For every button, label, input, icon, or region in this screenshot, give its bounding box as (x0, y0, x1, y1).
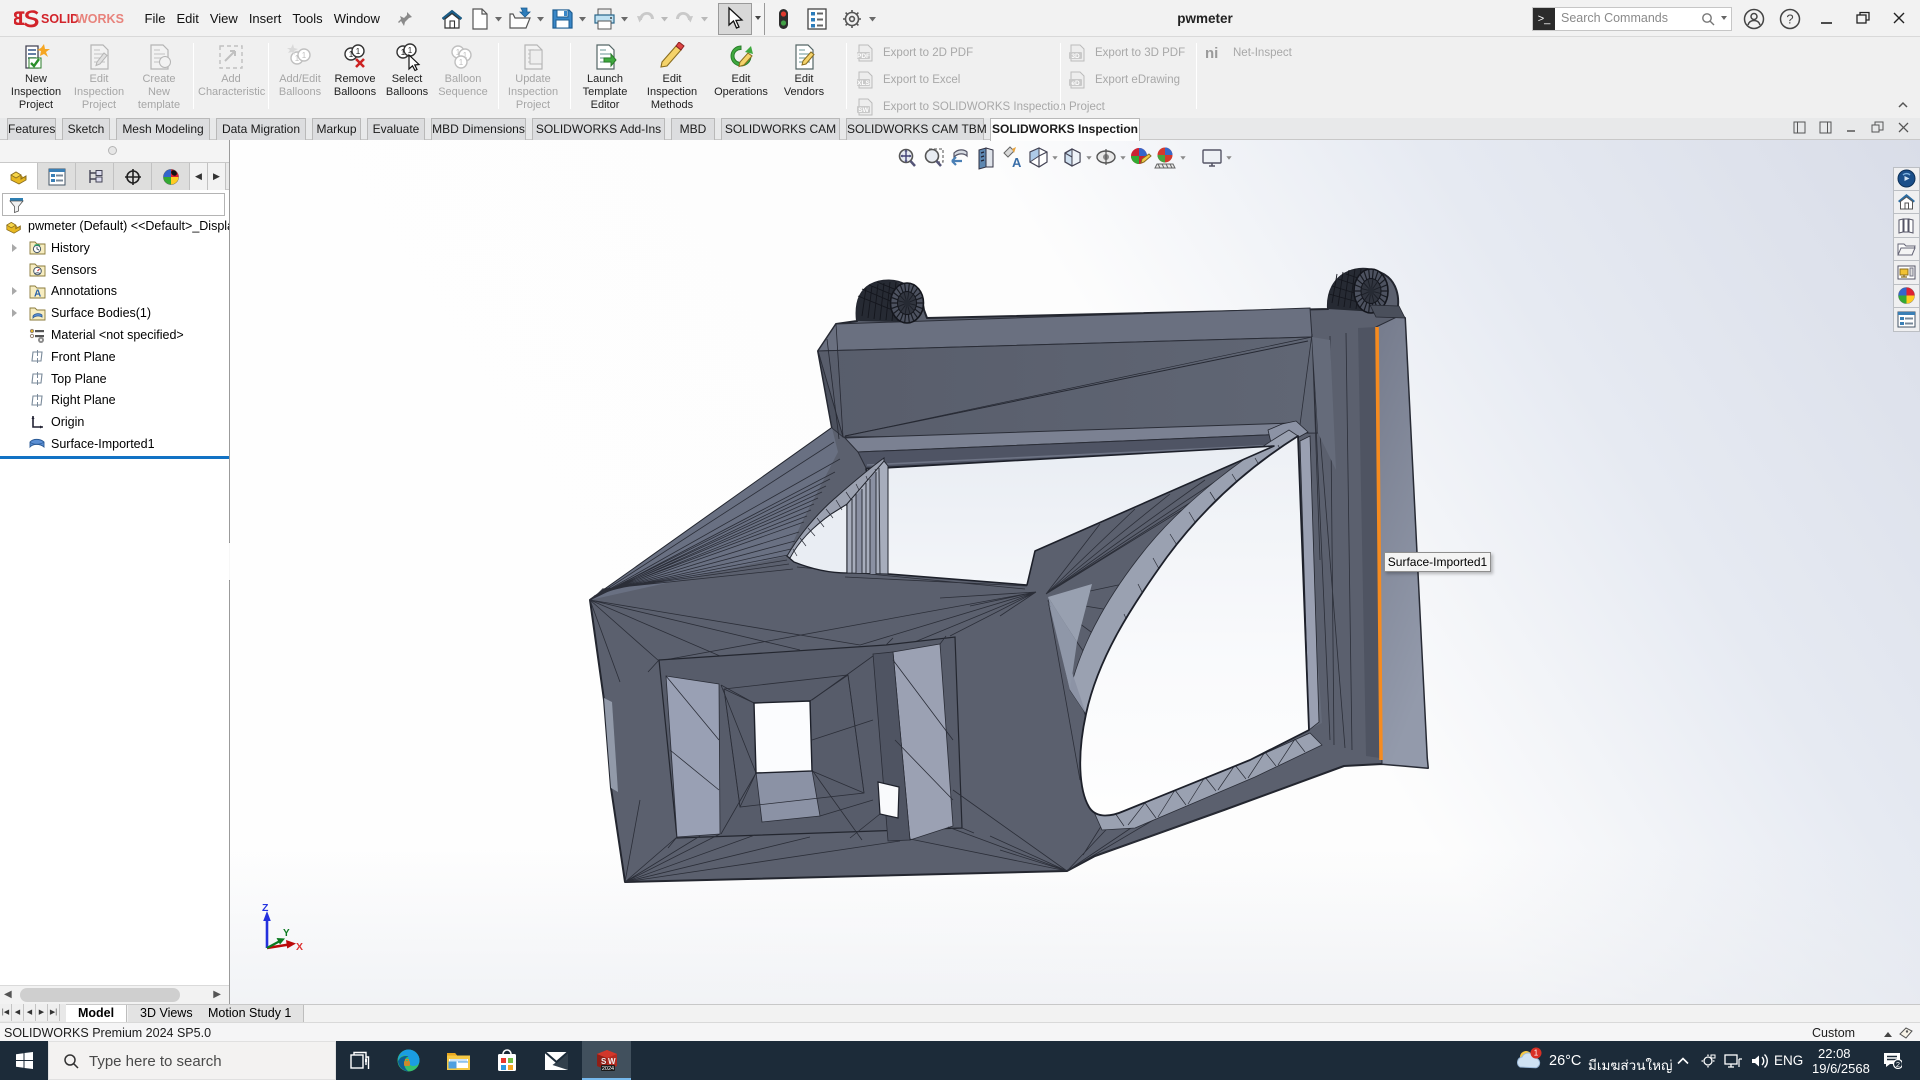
svg-text:eD: eD (1071, 80, 1080, 87)
svg-text:1: 1 (356, 47, 361, 56)
svg-text:1: 1 (459, 58, 464, 67)
svg-text:1: 1 (408, 46, 413, 55)
svg-text:2024: 2024 (601, 1066, 613, 1072)
svg-text:A: A (34, 288, 41, 299)
svg-text:2: 2 (1896, 1060, 1900, 1069)
svg-text:1: 1 (302, 51, 307, 60)
svg-text:?: ? (1786, 12, 1793, 27)
svg-text:1: 1 (1534, 1049, 1539, 1058)
svg-text:XLS: XLS (857, 80, 870, 87)
svg-text:PDF: PDF (857, 53, 870, 60)
svg-text:Y: Y (283, 928, 290, 939)
svg-text:3D: 3D (1071, 53, 1080, 60)
svg-text:WORKS: WORKS (76, 12, 124, 26)
svg-text:SOLID: SOLID (41, 12, 79, 26)
svg-text:SW: SW (858, 107, 869, 114)
svg-text:W: W (608, 1057, 616, 1066)
svg-text:ni: ni (1205, 45, 1218, 62)
svg-text:Z: Z (262, 902, 269, 914)
svg-text:S: S (601, 1057, 607, 1066)
svg-text:X: X (296, 941, 303, 953)
svg-text:A: A (1012, 155, 1022, 170)
